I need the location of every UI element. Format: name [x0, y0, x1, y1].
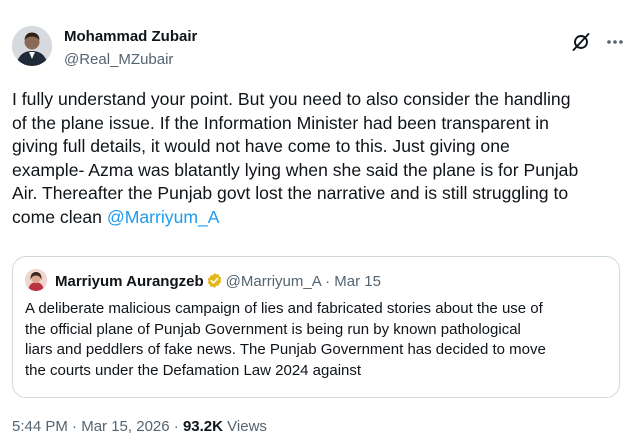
verified-badge-icon	[207, 273, 221, 288]
quote-author-name[interactable]: Marriyum Aurangzeb	[55, 273, 204, 290]
more-icon[interactable]	[604, 31, 626, 53]
quote-header: Marriyum Aurangzeb @Marriyum_A · Mar 15	[55, 272, 381, 290]
quote-author-handle[interactable]: @Marriyum_A	[226, 273, 321, 290]
grok-icon[interactable]	[570, 31, 592, 53]
quote-author-avatar[interactable]	[25, 269, 47, 291]
author-avatar-image	[12, 26, 52, 66]
author-name[interactable]: Mohammad Zubair	[64, 28, 197, 45]
author-avatar[interactable]	[12, 26, 52, 66]
mention-link[interactable]: @Marriyum_A	[107, 207, 220, 227]
quote-avatar-image	[25, 269, 47, 291]
tweet-text: I fully understand your point. But you n…	[12, 88, 628, 230]
quote-text: A deliberate malicious campaign of lies …	[25, 300, 546, 379]
footer-separator-2: ·	[173, 418, 179, 435]
quoted-tweet[interactable]: Marriyum Aurangzeb @Marriyum_A · Mar 15 A…	[12, 256, 620, 398]
tweet-body: I fully understand your point. But you n…	[12, 89, 579, 227]
views-label: Views	[227, 418, 267, 435]
quote-separator: ·	[325, 273, 331, 290]
views-count[interactable]: 93.2K	[183, 418, 223, 435]
quote-date[interactable]: Mar 15	[334, 273, 381, 290]
tweet-footer: 5:44 PM · Mar 15, 2026 · 93.2K Views	[12, 418, 267, 435]
author-handle[interactable]: @Real_MZubair	[64, 51, 173, 68]
tweet-date[interactable]: Mar 15, 2026	[81, 418, 169, 435]
footer-separator: ·	[72, 418, 78, 435]
tweet-time[interactable]: 5:44 PM	[12, 418, 68, 435]
